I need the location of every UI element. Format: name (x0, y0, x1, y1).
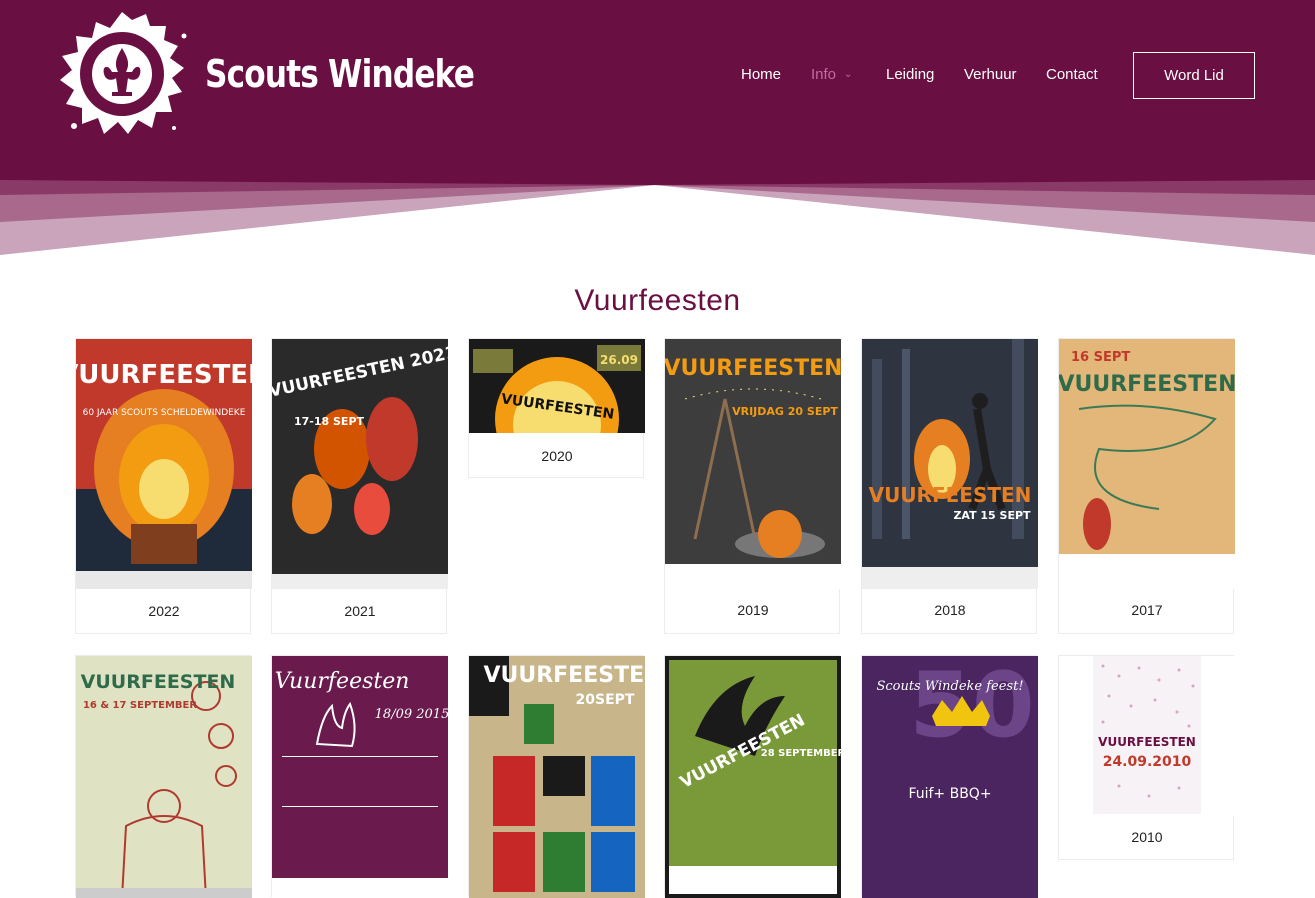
poster-image[interactable]: 26.09 VUURFEESTEN (469, 339, 645, 433)
poster-sub: VRIJDAG 20 SEPT (732, 405, 838, 418)
poster-image[interactable]: 16 SEPT VUURFEESTEN (1059, 339, 1235, 589)
gallery-card-2022[interactable]: VUURFEESTEN 60 JAAR SCOUTS SCHELDEWINDEK… (75, 338, 252, 634)
poster-heading: VUURFEESTEN (483, 663, 645, 688)
poster-sub: 20SEPT (576, 692, 635, 708)
gallery-card[interactable]: Vuurfeesten 18/09 2015 (271, 655, 448, 898)
poster-image[interactable]: VUURFEESTEN ZAT 15 SEPT (862, 339, 1038, 589)
nav-info[interactable]: Info ⌄ (811, 66, 852, 83)
poster-sub: ZAT 15 SEPT (953, 509, 1031, 522)
page-title: Vuurfeesten (574, 284, 741, 317)
poster-image[interactable]: VUURFEESTEN 24.09.2010 (1059, 656, 1235, 816)
gallery-caption: 2010 (1131, 829, 1163, 845)
poster-image[interactable]: VUURFEESTEN 16 & 17 SEPTEMBER (76, 656, 252, 898)
gallery-card[interactable]: VUURFEESTEN 16 & 17 SEPTEMBER (75, 655, 252, 898)
poster-heading: VUURFEESTEN (1098, 735, 1196, 749)
gallery-caption: 2019 (737, 602, 769, 618)
gallery-card-2021[interactable]: VUURFEESTEN 2021 17-18 SEPT 2021 (271, 338, 448, 634)
gallery-caption: 2021 (344, 603, 376, 619)
gallery-card[interactable]: 50 Scouts Windeke feest! Fuif+ BBQ+ (861, 655, 1038, 898)
gallery-card[interactable]: VUURFEESTEN 28 SEPTEMBER (664, 655, 841, 898)
poster-sub: 28 SEPTEMBER (761, 748, 841, 759)
gallery-card-2020[interactable]: 26.09 VUURFEESTEN 2020 (468, 338, 645, 478)
gallery-caption: 2018 (934, 602, 966, 618)
nav-verhuur[interactable]: Verhuur (964, 66, 1017, 83)
poster-sub: Fuif+ BBQ+ (908, 786, 991, 802)
gallery-caption: 2022 (148, 603, 180, 619)
poster-sub: 24.09.2010 (1103, 754, 1192, 770)
main-nav: Home Info ⌄ Leiding Verhuur Contact (0, 66, 1315, 86)
gallery-card-2019[interactable]: VUURFEESTEN VRIJDAG 20 SEPT 2019 (664, 338, 841, 634)
poster-sub: 60 JAAR SCOUTS SCHELDEWINDEKE (83, 408, 246, 418)
poster-sub: 16 SEPT (1071, 350, 1130, 365)
poster-heading: VUURFEESTEN (1059, 372, 1235, 397)
poster-sub: 26.09 (600, 353, 638, 367)
poster-sub: 17-18 SEPT (294, 415, 365, 428)
chevron-down-icon: ⌄ (844, 69, 853, 80)
poster-image[interactable]: 50 Scouts Windeke feest! Fuif+ BBQ+ (862, 656, 1038, 898)
gallery-card-2017[interactable]: 16 SEPT VUURFEESTEN 2017 (1058, 338, 1235, 634)
nav-home[interactable]: Home (741, 66, 781, 83)
nav-contact[interactable]: Contact (1046, 66, 1098, 83)
poster-image[interactable]: VUURFEESTEN 28 SEPTEMBER (665, 656, 841, 898)
poster-heading: VUURFEESTEN (665, 356, 841, 381)
poster-heading: VUURFEESTEN (81, 671, 236, 693)
poster-heading: Vuurfeesten (275, 669, 410, 694)
gallery-caption: 2017 (1131, 602, 1163, 618)
poster-heading: VUURFEESTEN (869, 483, 1032, 507)
poster-image[interactable]: VUURFEESTEN 2021 17-18 SEPT (272, 339, 448, 589)
gallery-card-2010[interactable]: VUURFEESTEN 24.09.2010 2010 (1058, 655, 1235, 860)
poster-heading: VUURFEESTEN (76, 360, 252, 390)
gallery-caption: 2020 (541, 448, 573, 464)
poster-heading: Scouts Windeke feest! (876, 679, 1023, 694)
poster-image[interactable]: VUURFEESTEN 20SEPT (469, 656, 645, 898)
poster-image[interactable]: Vuurfeesten 18/09 2015 (272, 656, 448, 898)
svg-text:50: 50 (909, 656, 1034, 758)
nav-info-label: Info (811, 66, 837, 83)
poster-image[interactable]: VUURFEESTEN 60 JAAR SCOUTS SCHELDEWINDEK… (76, 339, 252, 589)
site-header: Scouts Windeke Home Info ⌄ Leiding Verhuu… (0, 0, 1315, 260)
poster-image[interactable]: VUURFEESTEN VRIJDAG 20 SEPT (665, 339, 841, 589)
header-banner (0, 0, 1315, 260)
nav-leiding[interactable]: Leiding (886, 66, 934, 83)
word-lid-button[interactable]: Word Lid (1133, 52, 1255, 99)
gallery-card-2018[interactable]: VUURFEESTEN ZAT 15 SEPT 2018 (861, 338, 1038, 634)
poster-sub: 16 & 17 SEPTEMBER (83, 700, 197, 711)
poster-sub: 18/09 2015 (375, 707, 448, 722)
gallery-card[interactable]: VUURFEESTEN 20SEPT (468, 655, 645, 898)
